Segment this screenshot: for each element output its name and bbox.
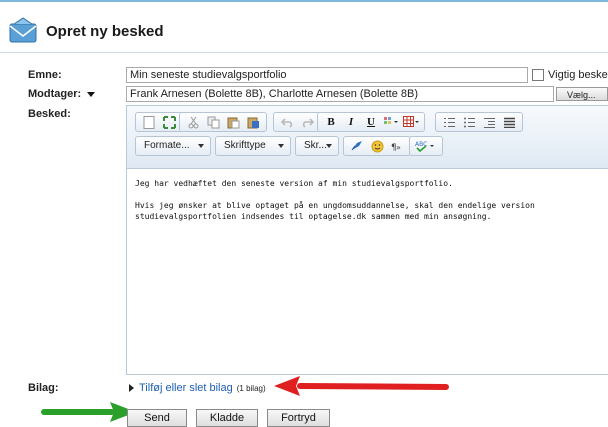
toolbar-group-document bbox=[135, 112, 183, 132]
editor-content[interactable]: Jeg har vedhæftet den seneste version af… bbox=[135, 178, 608, 233]
expand-triangle-icon[interactable] bbox=[129, 384, 134, 392]
important-checkbox-wrap[interactable]: Vigtig besked bbox=[532, 69, 608, 81]
draft-button[interactable]: Kladde bbox=[196, 409, 258, 427]
important-checkbox[interactable] bbox=[532, 69, 544, 81]
spellcheck-icon[interactable]: ABC bbox=[415, 139, 437, 153]
chevron-down-icon bbox=[326, 144, 332, 148]
smiley-icon[interactable] bbox=[369, 139, 385, 153]
attachments-link[interactable]: Tilføj eller slet bilag bbox=[139, 382, 233, 394]
editor-toolbar: B I U Formate... Skrifttype Skr... ¶ » A… bbox=[127, 106, 608, 169]
page-title: Opret ny besked bbox=[46, 22, 164, 40]
envelope-icon bbox=[9, 17, 37, 43]
toolbar-group-spell: ABC bbox=[409, 136, 443, 156]
chevron-down-icon bbox=[198, 144, 204, 148]
page-header: Opret ny besked bbox=[8, 14, 164, 48]
paste-icon[interactable] bbox=[225, 115, 241, 129]
recipients-label: Modtager: bbox=[28, 88, 82, 100]
cancel-button[interactable]: Fortryd bbox=[267, 409, 330, 427]
italic-button[interactable]: I bbox=[343, 115, 359, 129]
recipients-input[interactable]: Frank Arnesen (Bolette 8B), Charlotte Ar… bbox=[126, 86, 554, 102]
toolbar-group-insert: ¶» bbox=[343, 136, 411, 156]
svg-text:»: » bbox=[396, 143, 401, 152]
message-label: Besked: bbox=[28, 108, 71, 120]
message-paragraph: Hvis jeg ønsker at blive optaget på en u… bbox=[135, 201, 535, 221]
toolbar-group-clipboard bbox=[179, 112, 267, 132]
attachments-label: Bilag: bbox=[28, 382, 59, 394]
attachment-count: (1 bilag) bbox=[236, 383, 266, 393]
text-color-icon[interactable] bbox=[383, 115, 399, 129]
undo-icon[interactable] bbox=[279, 115, 295, 129]
size-dropdown-label: Skr... bbox=[304, 140, 327, 151]
paste-word-icon[interactable] bbox=[245, 115, 261, 129]
bold-button[interactable]: B bbox=[323, 115, 339, 129]
message-paragraph: Jeg har vedhæftet den seneste version af… bbox=[135, 179, 453, 188]
send-button[interactable]: Send bbox=[127, 409, 187, 427]
attachments-row: Tilføj eller slet bilag (1 bilag) bbox=[129, 382, 266, 394]
recipients-label-wrap[interactable]: Modtager: bbox=[28, 88, 96, 100]
subject-label: Emne: bbox=[28, 69, 62, 81]
underline-button[interactable]: U bbox=[363, 115, 379, 129]
toolbar-group-history bbox=[273, 112, 321, 132]
font-dropdown[interactable]: Skrifttype bbox=[215, 136, 291, 156]
top-border bbox=[0, 0, 608, 2]
toolbar-group-lists bbox=[435, 112, 523, 132]
important-label: Vigtig besked bbox=[548, 69, 608, 81]
unlink-icon[interactable]: ¶» bbox=[389, 139, 405, 153]
header-divider bbox=[0, 52, 608, 53]
outdent-icon[interactable] bbox=[481, 115, 497, 129]
toolbar-group-basicstyles: B I U bbox=[317, 112, 425, 132]
chevron-down-icon[interactable] bbox=[87, 91, 96, 97]
new-page-icon[interactable] bbox=[141, 115, 157, 129]
ordered-list-icon[interactable] bbox=[441, 115, 457, 129]
indent-icon[interactable] bbox=[501, 115, 517, 129]
chevron-down-icon bbox=[278, 144, 284, 148]
rich-text-editor[interactable]: B I U Formate... Skrifttype Skr... ¶ » A… bbox=[126, 105, 608, 375]
format-dropdown-label: Formate... bbox=[144, 140, 190, 151]
subject-input[interactable]: Min seneste studievalgsportfolio bbox=[126, 67, 528, 83]
cut-icon[interactable] bbox=[185, 115, 201, 129]
green-arrow-annotation bbox=[41, 402, 136, 422]
red-arrow-annotation bbox=[274, 376, 449, 396]
font-dropdown-label: Skrifttype bbox=[224, 140, 266, 151]
redo-icon[interactable] bbox=[299, 115, 315, 129]
copy-icon[interactable] bbox=[205, 115, 221, 129]
maximize-icon[interactable] bbox=[161, 115, 177, 129]
bullet-list-icon[interactable] bbox=[461, 115, 477, 129]
format-dropdown[interactable]: Formate... bbox=[135, 136, 211, 156]
link-icon[interactable] bbox=[349, 139, 365, 153]
table-icon[interactable] bbox=[403, 115, 419, 129]
choose-recipients-button[interactable]: Vælg... bbox=[556, 87, 608, 101]
size-dropdown[interactable]: Skr... bbox=[295, 136, 339, 156]
